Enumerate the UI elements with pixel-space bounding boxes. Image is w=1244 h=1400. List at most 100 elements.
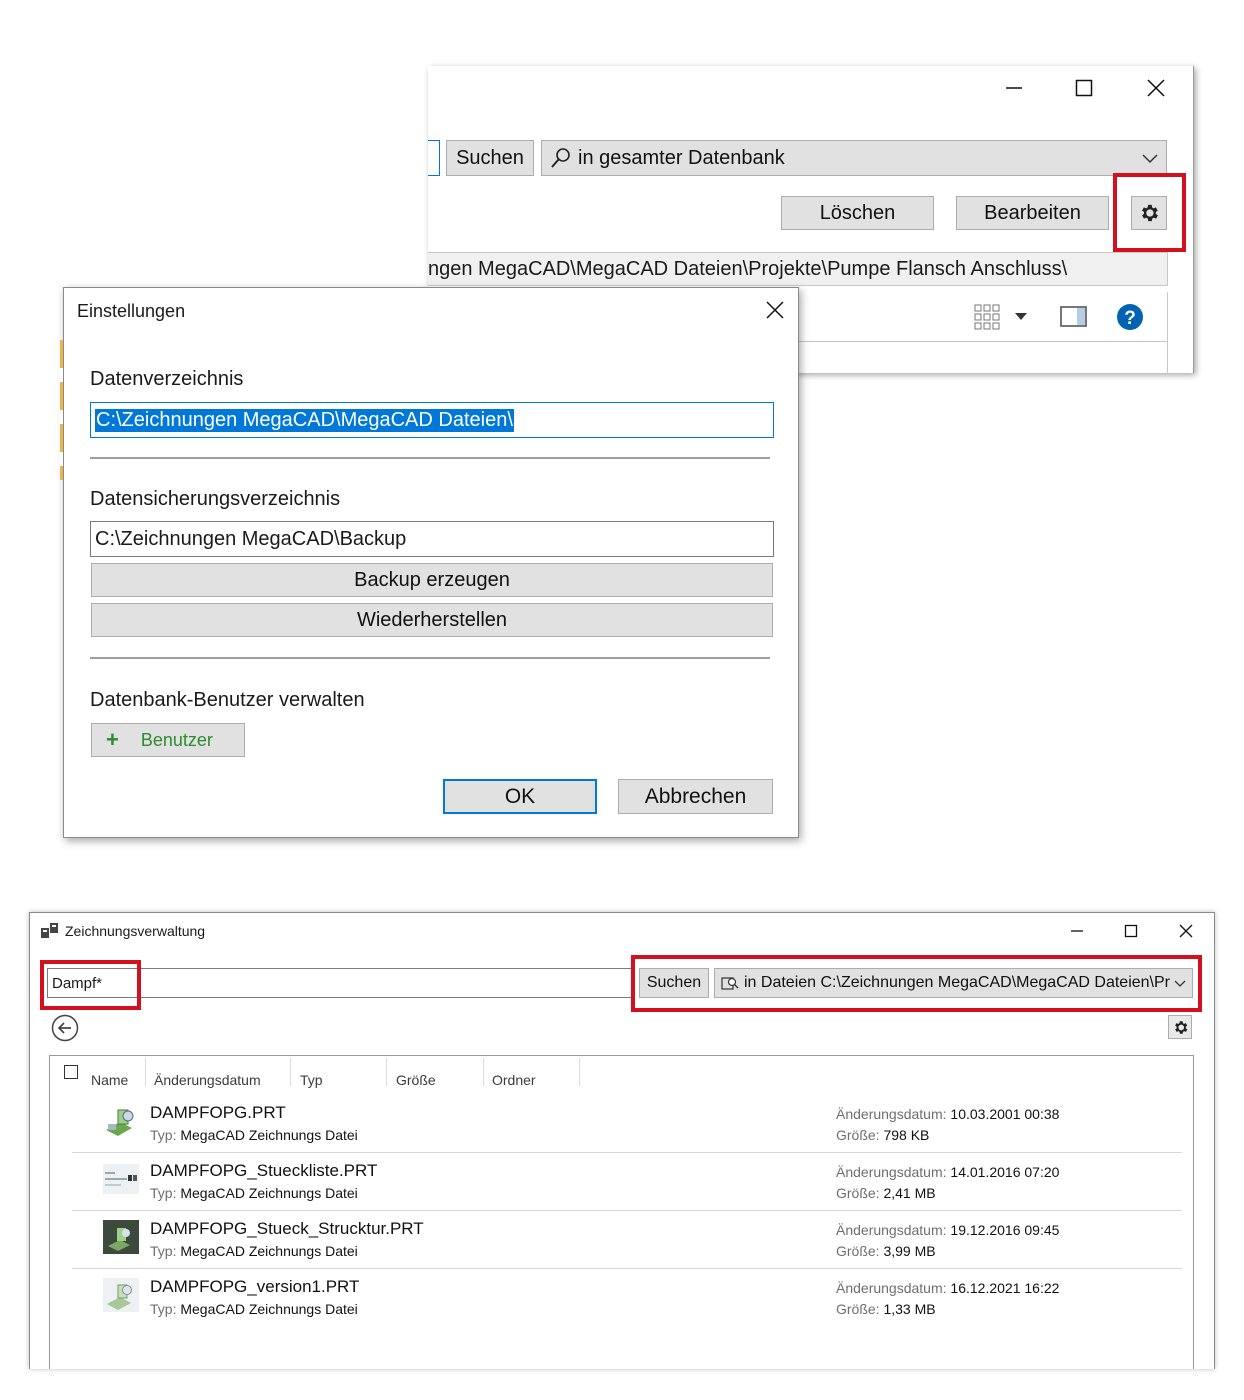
scope-highlight xyxy=(631,955,1202,1012)
background-folder-edge xyxy=(60,340,63,480)
size-key: Größe: xyxy=(836,1127,880,1143)
main-close-button[interactable] xyxy=(1173,920,1199,942)
file-type-text: MegaCAD Zeichnungs Datei xyxy=(180,1185,358,1201)
preview-pane-icon[interactable] xyxy=(1060,305,1088,329)
file-date-text: 16.12.2021 16:22 xyxy=(950,1280,1060,1296)
column-name[interactable]: Name xyxy=(91,1072,128,1088)
cad-thumbnail-icon xyxy=(103,1278,139,1312)
minimize-button[interactable] xyxy=(998,74,1030,102)
file-size-text: 3,99 MB xyxy=(883,1243,936,1259)
svg-text:?: ? xyxy=(1124,308,1136,329)
main-window-title: Zeichnungsverwaltung xyxy=(65,923,205,939)
main-minimize-button[interactable] xyxy=(1064,920,1090,942)
path-text: ngen MegaCAD\MegaCAD Dateien\Projekte\Pu… xyxy=(428,258,1068,280)
file-size-text: 798 KB xyxy=(883,1127,930,1143)
backup-dir-text: C:\Zeichnungen MegaCAD\Backup xyxy=(95,527,407,550)
main-maximize-button[interactable] xyxy=(1118,920,1144,942)
column-separator xyxy=(290,1058,291,1086)
data-dir-label: Datenverzeichnis xyxy=(90,368,243,391)
data-dir-input[interactable]: C:\Zeichnungen MegaCAD\MegaCAD Dateien\ xyxy=(90,402,774,438)
main-window-title-text: Zeichnungsverwaltung xyxy=(65,923,206,939)
date-key: Änderungsdatum: xyxy=(836,1222,947,1238)
select-all-checkbox[interactable] xyxy=(64,1065,78,1079)
help-icon[interactable]: ? xyxy=(1116,303,1144,331)
file-type: Typ: MegaCAD Zeichnungs Datei xyxy=(150,1301,358,1317)
file-type: Typ: MegaCAD Zeichnungs Datei xyxy=(150,1127,358,1143)
cad-thumbnail-icon xyxy=(106,1109,134,1136)
file-size: Größe: 3,99 MB xyxy=(836,1243,936,1259)
type-key: Typ: xyxy=(150,1301,177,1317)
edit-button-label: Bearbeiten xyxy=(984,201,1081,224)
users-button[interactable]: + Benutzer xyxy=(91,723,245,757)
file-date: Änderungsdatum: 19.12.2016 09:45 xyxy=(836,1222,1059,1238)
column-folder[interactable]: Ordner xyxy=(492,1072,536,1088)
cancel-button[interactable]: Abbrechen xyxy=(618,779,773,814)
dialog-close-button[interactable] xyxy=(760,296,790,324)
date-key: Änderungsdatum: xyxy=(836,1106,947,1122)
column-folder-label: Ordner xyxy=(492,1072,536,1088)
plus-icon: + xyxy=(106,727,119,752)
users-label: Datenbank-Benutzer verwalten xyxy=(90,689,365,712)
main-settings-button[interactable] xyxy=(1168,1015,1192,1039)
restore-button[interactable]: Wiederherstellen xyxy=(91,603,773,637)
back-arrow-icon[interactable] xyxy=(51,1014,79,1042)
file-size: Größe: 798 KB xyxy=(836,1127,929,1143)
column-separator xyxy=(579,1058,580,1086)
grid-view-icon[interactable] xyxy=(974,304,1000,330)
data-dir-label-text: Datenverzeichnis xyxy=(90,368,244,390)
close-icon xyxy=(1147,79,1165,97)
data-dir-selected-text: C:\Zeichnungen MegaCAD\MegaCAD Dateien\ xyxy=(95,408,514,432)
view-dropdown-icon[interactable] xyxy=(1014,312,1028,322)
dialog-title: Einstellungen xyxy=(77,301,185,322)
type-key: Typ: xyxy=(150,1127,177,1143)
date-key: Änderungsdatum: xyxy=(836,1164,947,1180)
delete-button[interactable]: Löschen xyxy=(781,196,934,230)
dialog-title-text: Einstellungen xyxy=(77,301,186,321)
file-type: Typ: MegaCAD Zeichnungs Datei xyxy=(150,1185,358,1201)
settings-highlight xyxy=(1113,173,1186,252)
size-key: Größe: xyxy=(836,1301,880,1317)
search-input[interactable] xyxy=(428,140,440,176)
backup-dir-input[interactable]: C:\Zeichnungen MegaCAD\Backup xyxy=(90,521,774,557)
file-size: Größe: 1,33 MB xyxy=(836,1301,936,1317)
type-key: Typ: xyxy=(150,1185,177,1201)
maximize-button[interactable] xyxy=(1068,74,1100,102)
file-name: DAMPFOPG_version1.PRT xyxy=(150,1277,359,1297)
close-button[interactable] xyxy=(1140,74,1172,102)
divider xyxy=(90,657,770,659)
column-date[interactable]: Änderungsdatum xyxy=(154,1072,261,1088)
scope-select[interactable]: in gesamter Datenbank xyxy=(541,140,1167,176)
edit-button[interactable]: Bearbeiten xyxy=(956,196,1109,230)
maximize-icon xyxy=(1075,79,1093,97)
row-separator xyxy=(72,1152,1182,1153)
file-name-text: DAMPFOPG_version1.PRT xyxy=(150,1277,360,1296)
search-input-highlight xyxy=(40,960,141,1010)
restore-label: Wiederherstellen xyxy=(356,608,508,631)
path-bar: ngen MegaCAD\MegaCAD Dateien\Projekte\Pu… xyxy=(428,252,1168,286)
file-date-text: 10.03.2001 00:38 xyxy=(950,1106,1060,1122)
file-date-text: 14.01.2016 07:20 xyxy=(950,1164,1060,1180)
column-separator xyxy=(483,1058,484,1086)
column-date-label: Änderungsdatum xyxy=(154,1072,261,1088)
minimize-icon xyxy=(1006,87,1022,89)
cancel-button-label: Abbrechen xyxy=(644,784,747,808)
create-backup-button[interactable]: Backup erzeugen xyxy=(91,563,773,597)
file-date: Änderungsdatum: 16.12.2021 16:22 xyxy=(836,1280,1059,1296)
gear-icon xyxy=(1174,1020,1187,1034)
column-type[interactable]: Typ xyxy=(300,1072,323,1088)
file-name-text: DAMPFOPG_Stueckliste.PRT xyxy=(150,1161,378,1180)
file-size: Größe: 2,41 MB xyxy=(836,1185,936,1201)
column-separator xyxy=(386,1058,387,1086)
search-icon xyxy=(551,148,570,168)
close-icon xyxy=(1179,924,1193,938)
delete-button-label: Löschen xyxy=(819,201,896,224)
file-type-text: MegaCAD Zeichnungs Datei xyxy=(180,1243,358,1259)
backup-dir-label: Datensicherungsverzeichnis xyxy=(90,488,340,511)
search-button[interactable]: Suchen xyxy=(446,140,534,176)
file-name: DAMPFOPG_Stueckliste.PRT xyxy=(150,1161,377,1181)
file-date-text: 19.12.2016 09:45 xyxy=(950,1222,1060,1238)
column-size[interactable]: Größe xyxy=(396,1072,436,1088)
column-size-label: Größe xyxy=(396,1072,436,1088)
backup-dir-label-text: Datensicherungsverzeichnis xyxy=(90,488,341,510)
ok-button[interactable]: OK xyxy=(443,779,597,814)
